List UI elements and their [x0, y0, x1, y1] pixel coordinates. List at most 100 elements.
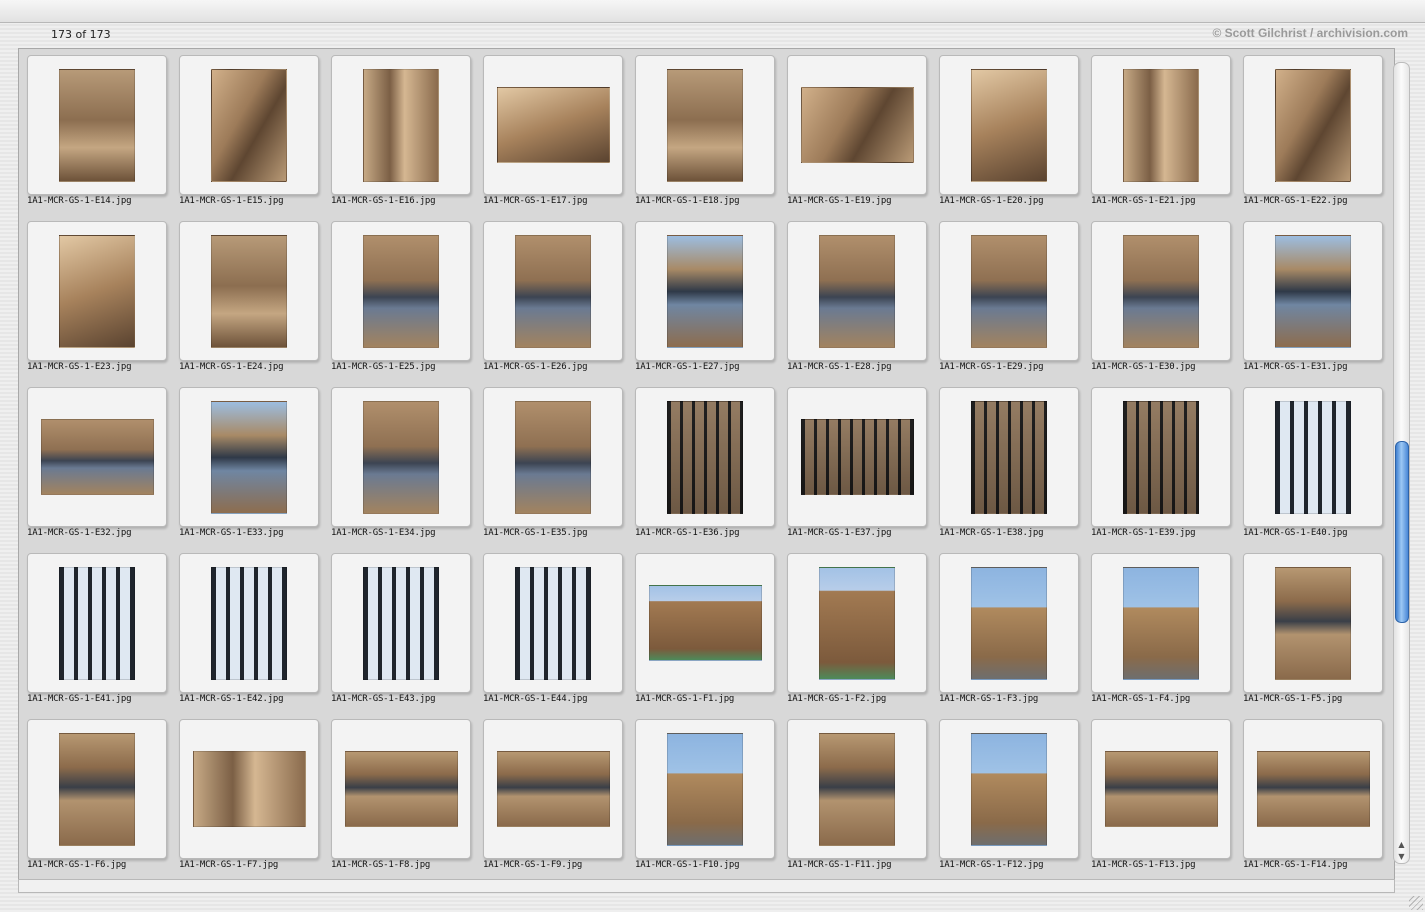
thumbnail-item[interactable]: 1A1-MCR-GS-1-E16.jpg [324, 49, 476, 215]
thumbnail-item[interactable]: 1A1-MCR-GS-1-E27.jpg [628, 215, 780, 381]
thumbnail-frame[interactable] [1243, 55, 1383, 195]
thumbnail-item[interactable]: 1A1-MCR-GS-1-E40.jpg [1236, 381, 1388, 547]
thumbnail-item[interactable]: 1A1-MCR-GS-1-E22.jpg [1236, 49, 1388, 215]
thumbnail-image[interactable] [193, 751, 306, 827]
thumbnail-item[interactable]: 1A1-MCR-GS-1-E41.jpg [20, 547, 172, 713]
thumbnail-frame[interactable] [179, 55, 319, 195]
thumbnail-image[interactable] [801, 419, 914, 495]
thumbnail-item[interactable]: 1A1-MCR-GS-1-E19.jpg [780, 49, 932, 215]
thumbnail-item[interactable]: 1A1-MCR-GS-1-F5.jpg [1236, 547, 1388, 713]
thumbnail-item[interactable]: 1A1-MCR-GS-1-F12.jpg [932, 713, 1084, 879]
thumbnail-frame[interactable] [939, 719, 1079, 859]
scrollbar-thumb[interactable] [1395, 441, 1409, 623]
thumbnail-frame[interactable] [635, 221, 775, 361]
thumbnail-image[interactable] [1275, 567, 1351, 680]
thumbnail-item[interactable]: 1A1-MCR-GS-1-E18.jpg [628, 49, 780, 215]
thumbnail-frame[interactable] [787, 719, 927, 859]
thumbnail-image[interactable] [971, 69, 1047, 182]
thumbnail-image[interactable] [363, 69, 439, 182]
thumbnail-image[interactable] [59, 733, 135, 846]
thumbnail-frame[interactable] [27, 387, 167, 527]
thumbnail-frame[interactable] [483, 553, 623, 693]
thumbnail-image[interactable] [211, 69, 287, 182]
thumbnail-frame[interactable] [331, 387, 471, 527]
thumbnail-item[interactable]: 1A1-MCR-GS-1-E33.jpg [172, 381, 324, 547]
thumbnail-item[interactable]: 1A1-MCR-GS-1-E30.jpg [1084, 215, 1236, 381]
thumbnail-item[interactable]: 1A1-MCR-GS-1-E25.jpg [324, 215, 476, 381]
thumbnail-image[interactable] [59, 69, 135, 182]
thumbnail-item[interactable]: 1A1-MCR-GS-1-F10.jpg [628, 713, 780, 879]
thumbnail-item[interactable]: 1A1-MCR-GS-1-E37.jpg [780, 381, 932, 547]
thumbnail-item[interactable]: 1A1-MCR-GS-1-E38.jpg [932, 381, 1084, 547]
resize-grip-icon[interactable] [1409, 896, 1423, 910]
thumbnail-item[interactable]: 1A1-MCR-GS-1-E23.jpg [20, 215, 172, 381]
thumbnail-item[interactable]: 1A1-MCR-GS-1-E39.jpg [1084, 381, 1236, 547]
thumbnail-image[interactable] [1257, 751, 1370, 827]
thumbnail-frame[interactable] [483, 387, 623, 527]
thumbnail-item[interactable]: 1A1-MCR-GS-1-E42.jpg [172, 547, 324, 713]
thumbnail-item[interactable]: 1A1-MCR-GS-1-F2.jpg [780, 547, 932, 713]
scroll-up-arrow-icon[interactable]: ▲ [1395, 840, 1408, 849]
thumbnail-image[interactable] [971, 733, 1047, 846]
thumbnail-frame[interactable] [1091, 55, 1231, 195]
thumbnail-frame[interactable] [787, 55, 927, 195]
thumbnail-frame[interactable] [787, 553, 927, 693]
thumbnail-image[interactable] [667, 401, 743, 514]
thumbnail-item[interactable]: 1A1-MCR-GS-1-E21.jpg [1084, 49, 1236, 215]
thumbnail-frame[interactable] [787, 221, 927, 361]
thumbnail-item[interactable]: 1A1-MCR-GS-1-E15.jpg [172, 49, 324, 215]
thumbnail-frame[interactable] [483, 221, 623, 361]
thumbnail-frame[interactable] [787, 387, 927, 527]
thumbnail-image[interactable] [819, 567, 895, 680]
thumbnail-frame[interactable] [1091, 387, 1231, 527]
thumbnail-item[interactable]: 1A1-MCR-GS-1-F4.jpg [1084, 547, 1236, 713]
thumbnail-image[interactable] [211, 235, 287, 348]
scroll-down-arrow-icon[interactable]: ▼ [1395, 852, 1408, 861]
thumbnail-frame[interactable] [331, 221, 471, 361]
thumbnail-image[interactable] [59, 235, 135, 348]
thumbnail-frame[interactable] [179, 719, 319, 859]
thumbnail-item[interactable]: 1A1-MCR-GS-1-E31.jpg [1236, 215, 1388, 381]
thumbnail-image[interactable] [1275, 401, 1351, 514]
thumbnail-image[interactable] [819, 733, 895, 846]
thumbnail-image[interactable] [971, 401, 1047, 514]
thumbnail-item[interactable]: 1A1-MCR-GS-1-E24.jpg [172, 215, 324, 381]
thumbnail-frame[interactable] [331, 553, 471, 693]
thumbnail-image[interactable] [497, 751, 610, 827]
thumbnail-item[interactable]: 1A1-MCR-GS-1-F8.jpg [324, 713, 476, 879]
thumbnail-item[interactable]: 1A1-MCR-GS-1-E17.jpg [476, 49, 628, 215]
thumbnail-frame[interactable] [1091, 221, 1231, 361]
thumbnail-frame[interactable] [635, 553, 775, 693]
thumbnail-frame[interactable] [939, 221, 1079, 361]
thumbnail-frame[interactable] [635, 387, 775, 527]
thumbnail-frame[interactable] [939, 55, 1079, 195]
thumbnail-item[interactable]: 1A1-MCR-GS-1-F13.jpg [1084, 713, 1236, 879]
thumbnail-image[interactable] [667, 733, 743, 846]
thumbnail-image[interactable] [1123, 567, 1199, 680]
thumbnail-item[interactable]: 1A1-MCR-GS-1-F9.jpg [476, 713, 628, 879]
thumbnail-image[interactable] [1123, 401, 1199, 514]
thumbnail-image[interactable] [59, 567, 135, 680]
thumbnail-image[interactable] [649, 585, 762, 661]
thumbnail-item[interactable]: 1A1-MCR-GS-1-E36.jpg [628, 381, 780, 547]
thumbnail-item[interactable]: 1A1-MCR-GS-1-F3.jpg [932, 547, 1084, 713]
thumbnail-image[interactable] [1105, 751, 1218, 827]
thumbnail-image[interactable] [345, 751, 458, 827]
thumbnail-frame[interactable] [939, 553, 1079, 693]
thumbnail-frame[interactable] [635, 55, 775, 195]
thumbnail-image[interactable] [515, 401, 591, 514]
thumbnail-image[interactable] [1275, 69, 1351, 182]
thumbnail-browser[interactable]: 1A1-MCR-GS-1-E14.jpg 1A1-MCR-GS-1-E15.jpg… [18, 48, 1395, 880]
thumbnail-frame[interactable] [27, 55, 167, 195]
thumbnail-frame[interactable] [1091, 719, 1231, 859]
thumbnail-image[interactable] [211, 401, 287, 514]
thumbnail-frame[interactable] [179, 221, 319, 361]
thumbnail-frame[interactable] [179, 387, 319, 527]
thumbnail-item[interactable]: 1A1-MCR-GS-1-E32.jpg [20, 381, 172, 547]
thumbnail-frame[interactable] [635, 719, 775, 859]
thumbnail-image[interactable] [1275, 235, 1351, 348]
thumbnail-item[interactable]: 1A1-MCR-GS-1-E34.jpg [324, 381, 476, 547]
thumbnail-frame[interactable] [939, 387, 1079, 527]
thumbnail-item[interactable]: 1A1-MCR-GS-1-E14.jpg [20, 49, 172, 215]
thumbnail-item[interactable]: 1A1-MCR-GS-1-F11.jpg [780, 713, 932, 879]
